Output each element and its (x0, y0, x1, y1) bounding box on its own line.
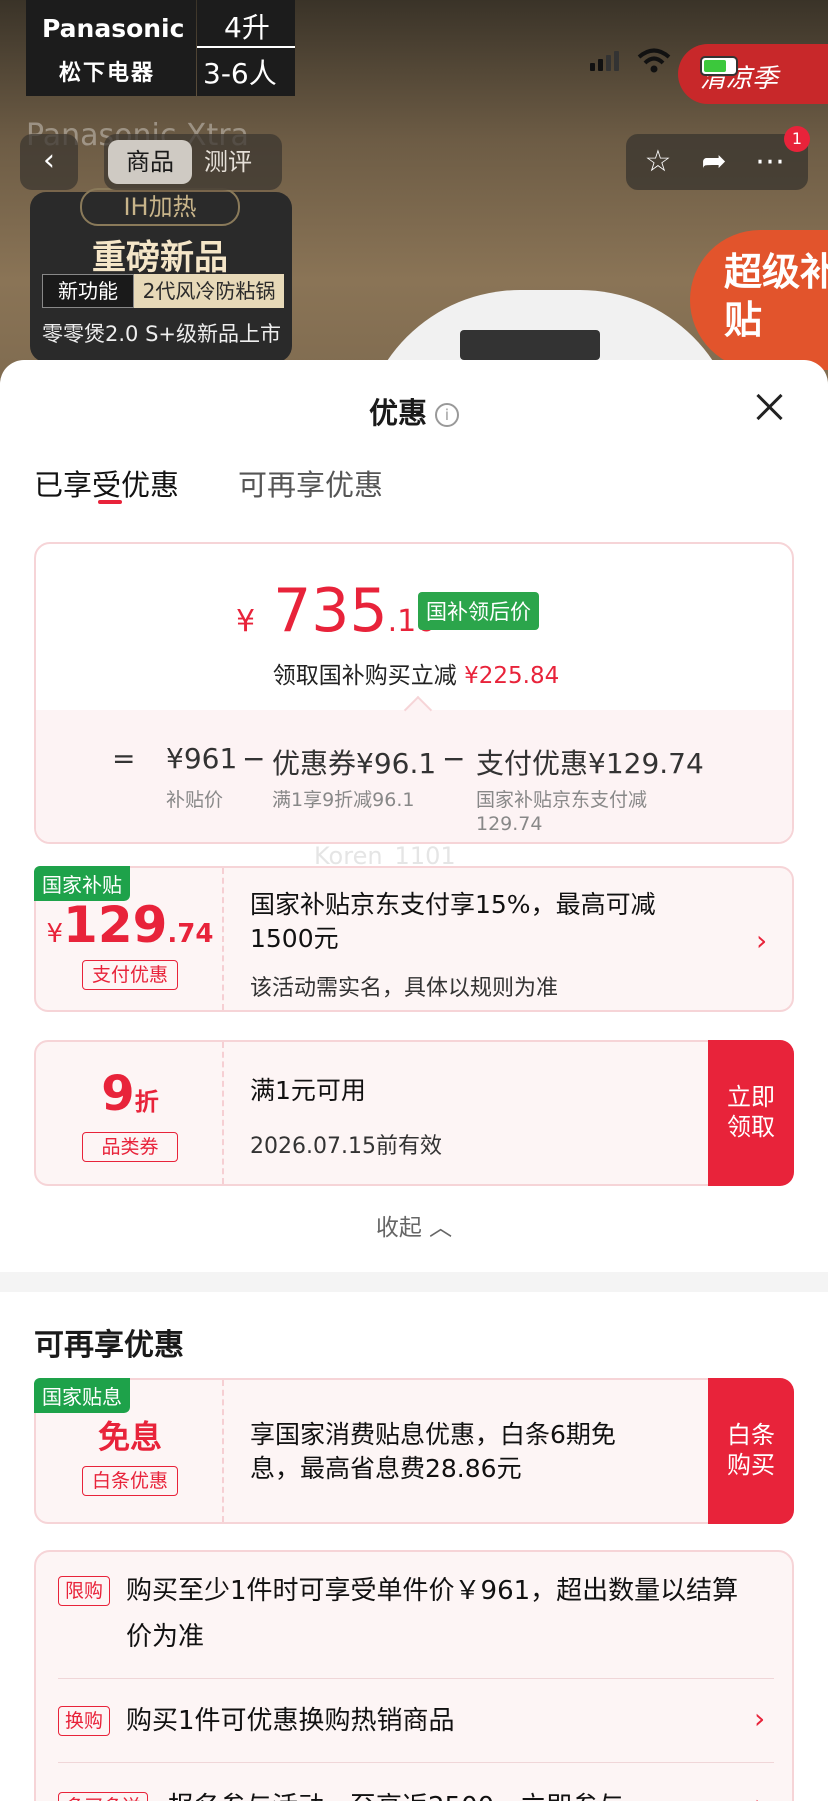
coupon-label: 满1享9折减96.1 (272, 789, 415, 811)
coupon-value: ¥129.74 (46, 896, 214, 954)
top-nav: ‹ 商品 测评 ☆ ➦ ⋯ 1 (20, 126, 810, 190)
limit-text: 购买至少1件时可享受单件价￥961，超出数量以结算价为准 (126, 1576, 739, 1652)
multi-buy-tag: 多买多送 (58, 1792, 149, 1801)
exchange-text[interactable]: 购买1件可优惠换购热销商品 (126, 1698, 756, 1744)
discount-sheet: 优惠 i 已享受优惠 可再享优惠 ¥735.16 国补领后价 领取国补购买立减 ¥… (0, 360, 828, 1801)
coupon-desc: 国家补贴京东支付享15%，最高可减 1500元 (250, 890, 656, 953)
back-button[interactable]: ‹ (20, 134, 78, 190)
signal-icon (590, 51, 619, 71)
multi-buy-text[interactable]: 报名参与活动，至高返2500，立即参与 (168, 1784, 798, 1801)
exchange-tag: 换购 (58, 1706, 111, 1736)
coupon-tag: 支付优惠 (82, 960, 178, 990)
promo-tag: IH加热 (80, 188, 240, 226)
spec-people: 3-6人 (203, 57, 277, 90)
brand-logo: Panasonic 松下电器 (26, 0, 196, 96)
baitiao-buy-button[interactable]: 白条购买 (708, 1378, 794, 1524)
super-subsidy-badge: 超级补贴 (690, 230, 828, 370)
minus-sign: − (242, 742, 266, 775)
chevron-up-icon: ︿ (429, 1215, 453, 1241)
section-title: 可再享优惠 (34, 1328, 184, 1363)
coupon-validity: 2026.07.15前有效 (250, 1134, 442, 1159)
more-icon[interactable]: ⋯ (750, 142, 790, 182)
brand-name-cn: 松下电器 (59, 61, 156, 86)
tab-enjoyed[interactable]: 已享受优惠 (34, 462, 179, 504)
battery-icon (700, 56, 738, 76)
promo-title: 重磅新品 (92, 238, 228, 278)
wifi-icon (637, 48, 671, 73)
tab-product[interactable]: 商品 (108, 140, 192, 184)
coupon-value: 9折 (101, 1066, 159, 1122)
promo-feature: 2代风冷防粘锅 (134, 274, 284, 308)
chevron-right-icon[interactable]: › (754, 1788, 765, 1801)
claim-button[interactable]: 立即领取 (708, 1040, 794, 1186)
coupon-category: 9折 品类券 满1元可用 2026.07.15前有效 立即领取 (34, 1040, 794, 1186)
coupon-tag: 白条优惠 (82, 1466, 178, 1496)
coupon-amount: 优惠券¥96.1 (272, 747, 437, 780)
coupon-desc: 享国家消费贴息优惠，白条6期免 息，最高省息费28.86元 (250, 1420, 616, 1483)
limit-tag: 限购 (58, 1576, 111, 1606)
close-icon[interactable] (754, 392, 784, 422)
base-price-label: 补贴价 (166, 789, 224, 811)
coupon-interest-free: 国家贴息 免息 白条优惠 享国家消费贴息优惠，白条6期免 息，最高省息费28.86… (34, 1378, 794, 1524)
equals-sign: = (112, 742, 136, 775)
saving-line: 领取国补购买立减 ¥225.84 (272, 663, 560, 689)
tab-indicator (98, 500, 122, 504)
coupon-tag: 品类券 (82, 1132, 178, 1162)
action-group: ☆ ➦ ⋯ (626, 134, 808, 190)
chevron-left-icon: ‹ (43, 143, 55, 178)
pay-discount-label-2: 129.74 (476, 813, 543, 835)
promotion-list: 限购 购买至少1件时可享受单件价￥961，超出数量以结算价为准 换购 购买1件可… (34, 1550, 794, 1801)
spec-box: 4升 3-6人 (197, 0, 295, 96)
price-summary-card: ¥735.16 国补领后价 领取国补购买立减 ¥225.84 = ¥961 补贴… (34, 542, 794, 844)
star-icon[interactable]: ☆ (638, 142, 678, 182)
chevron-right-icon[interactable]: › (756, 924, 767, 957)
notification-badge: 1 (784, 126, 810, 152)
pay-discount: 支付优惠¥129.74 (476, 747, 704, 780)
sheet-title: 优惠 i (0, 390, 828, 432)
collapse-button[interactable]: 收起 ︿ (0, 1208, 828, 1242)
tab-review[interactable]: 测评 (204, 140, 252, 184)
coupon-national-subsidy[interactable]: 国家补贴 ¥129.74 支付优惠 国家补贴京东支付享15%，最高可减 1500元… (34, 866, 794, 1012)
base-price: ¥961 (166, 742, 238, 775)
price-tag: 国补领后价 (418, 592, 539, 630)
promo-card: IH加热 重磅新品 新功能 2代风冷防粘锅 零零煲2.0 S+级新品上市 (30, 188, 292, 362)
coupon-desc: 满1元可用 (250, 1076, 366, 1105)
brand-name: Panasonic (42, 14, 185, 43)
status-bar (590, 48, 671, 74)
final-price: ¥735.16 (236, 576, 436, 646)
coupon-value: 免息 (97, 1418, 162, 1456)
info-icon[interactable]: i (435, 403, 459, 427)
promo-line: 零零煲2.0 S+级新品上市 (42, 322, 281, 346)
chevron-right-icon[interactable]: › (754, 1702, 765, 1735)
share-icon[interactable]: ➦ (694, 142, 734, 182)
pay-discount-label-1: 国家补贴京东支付减 (476, 789, 648, 811)
coupon-flag: 国家贴息 (34, 1378, 130, 1413)
spec-capacity: 4升 (224, 11, 270, 44)
minus-sign: − (442, 742, 466, 775)
top-tabs: 商品 测评 (104, 134, 282, 190)
coupon-note: 该活动需实名，具体以规则为准 (250, 976, 559, 1001)
promo-feature-label: 新功能 (42, 274, 134, 308)
tab-available[interactable]: 可再享优惠 (238, 462, 383, 504)
